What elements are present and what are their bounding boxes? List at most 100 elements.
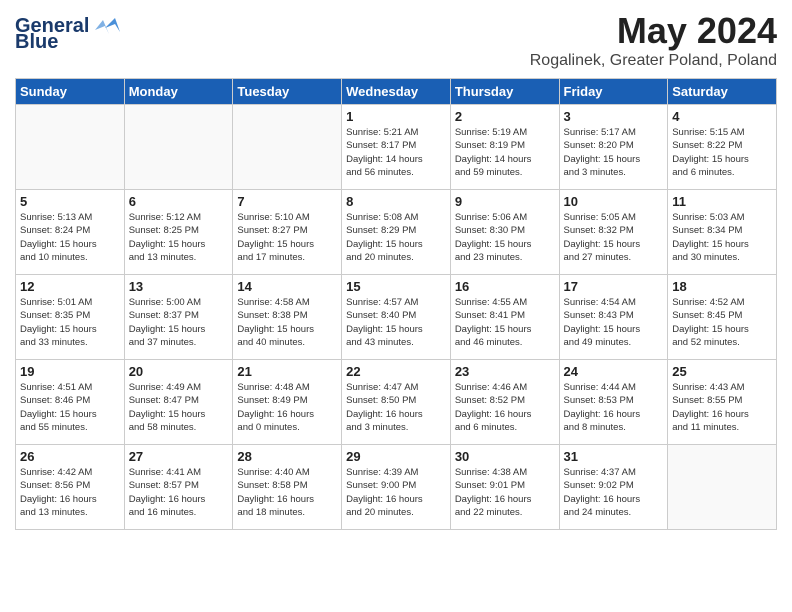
day-number: 19	[20, 364, 120, 379]
calendar-cell: 4 Sunrise: 5:15 AM Sunset: 8:22 PM Daylig…	[668, 105, 777, 190]
day-info: Sunrise: 4:47 AM Sunset: 8:50 PM Dayligh…	[346, 381, 446, 434]
calendar-cell: 26 Sunrise: 4:42 AM Sunset: 8:56 PM Dayli…	[16, 445, 125, 530]
weekday-header-wednesday: Wednesday	[342, 79, 451, 105]
week-row-2: 5 Sunrise: 5:13 AM Sunset: 8:24 PM Daylig…	[16, 190, 777, 275]
page-header: General Blue May 2024 Rogalinek, Greater…	[15, 10, 777, 70]
day-info: Sunrise: 5:17 AM Sunset: 8:20 PM Dayligh…	[564, 126, 664, 179]
calendar-cell: 14 Sunrise: 4:58 AM Sunset: 8:38 PM Dayli…	[233, 275, 342, 360]
location: Rogalinek, Greater Poland, Poland	[530, 52, 777, 70]
calendar-cell: 6Sunrise: 5:12 AM Sunset: 8:25 PM Daylig…	[124, 190, 233, 275]
day-number: 8	[346, 194, 446, 209]
calendar-cell: 8 Sunrise: 5:08 AM Sunset: 8:29 PM Daylig…	[342, 190, 451, 275]
calendar-cell: 5 Sunrise: 5:13 AM Sunset: 8:24 PM Daylig…	[16, 190, 125, 275]
weekday-header-monday: Monday	[124, 79, 233, 105]
week-row-1: 1Sunrise: 5:21 AM Sunset: 8:17 PM Daylig…	[16, 105, 777, 190]
calendar-cell: 30Sunrise: 4:38 AM Sunset: 9:01 PM Dayli…	[450, 445, 559, 530]
day-number: 30	[455, 449, 555, 464]
calendar-cell	[668, 445, 777, 530]
calendar-cell: 29 Sunrise: 4:39 AM Sunset: 9:00 PM Dayli…	[342, 445, 451, 530]
svg-text:Blue: Blue	[15, 31, 58, 50]
calendar-cell: 25Sunrise: 4:43 AM Sunset: 8:55 PM Dayli…	[668, 360, 777, 445]
day-info: Sunrise: 4:44 AM Sunset: 8:53 PM Dayligh…	[564, 381, 664, 434]
month-title: May 2024	[530, 10, 777, 52]
day-number: 2	[455, 109, 555, 124]
logo-text: General Blue	[15, 10, 125, 55]
day-info: Sunrise: 5:03 AM Sunset: 8:34 PM Dayligh…	[672, 211, 772, 264]
day-number: 4	[672, 109, 772, 124]
day-number: 10	[564, 194, 664, 209]
day-info: Sunrise: 5:08 AM Sunset: 8:29 PM Dayligh…	[346, 211, 446, 264]
day-info: Sunrise: 5:13 AM Sunset: 8:24 PM Dayligh…	[20, 211, 120, 264]
day-info: Sunrise: 5:15 AM Sunset: 8:22 PM Dayligh…	[672, 126, 772, 179]
calendar-cell: 16Sunrise: 4:55 AM Sunset: 8:41 PM Dayli…	[450, 275, 559, 360]
day-info: Sunrise: 5:21 AM Sunset: 8:17 PM Dayligh…	[346, 126, 446, 179]
day-number: 7	[237, 194, 337, 209]
day-info: Sunrise: 4:51 AM Sunset: 8:46 PM Dayligh…	[20, 381, 120, 434]
weekday-header-row: SundayMondayTuesdayWednesdayThursdayFrid…	[16, 79, 777, 105]
weekday-header-tuesday: Tuesday	[233, 79, 342, 105]
calendar-cell: 28 Sunrise: 4:40 AM Sunset: 8:58 PM Dayli…	[233, 445, 342, 530]
calendar-cell: 20Sunrise: 4:49 AM Sunset: 8:47 PM Dayli…	[124, 360, 233, 445]
day-info: Sunrise: 4:49 AM Sunset: 8:47 PM Dayligh…	[129, 381, 229, 434]
calendar-table: SundayMondayTuesdayWednesdayThursdayFrid…	[15, 78, 777, 530]
calendar-cell: 24Sunrise: 4:44 AM Sunset: 8:53 PM Dayli…	[559, 360, 668, 445]
day-number: 5	[20, 194, 120, 209]
weekday-header-sunday: Sunday	[16, 79, 125, 105]
calendar-cell: 1Sunrise: 5:21 AM Sunset: 8:17 PM Daylig…	[342, 105, 451, 190]
calendar-cell: 13Sunrise: 5:00 AM Sunset: 8:37 PM Dayli…	[124, 275, 233, 360]
day-number: 14	[237, 279, 337, 294]
calendar-cell	[233, 105, 342, 190]
calendar-cell: 22 Sunrise: 4:47 AM Sunset: 8:50 PM Dayli…	[342, 360, 451, 445]
calendar-cell	[16, 105, 125, 190]
week-row-5: 26 Sunrise: 4:42 AM Sunset: 8:56 PM Dayli…	[16, 445, 777, 530]
calendar-cell: 21Sunrise: 4:48 AM Sunset: 8:49 PM Dayli…	[233, 360, 342, 445]
day-info: Sunrise: 4:48 AM Sunset: 8:49 PM Dayligh…	[237, 381, 337, 434]
day-number: 11	[672, 194, 772, 209]
weekday-header-friday: Friday	[559, 79, 668, 105]
day-number: 28	[237, 449, 337, 464]
calendar-cell: 11 Sunrise: 5:03 AM Sunset: 8:34 PM Dayli…	[668, 190, 777, 275]
logo: General Blue	[15, 10, 125, 55]
day-info: Sunrise: 5:06 AM Sunset: 8:30 PM Dayligh…	[455, 211, 555, 264]
day-number: 3	[564, 109, 664, 124]
day-info: Sunrise: 4:43 AM Sunset: 8:55 PM Dayligh…	[672, 381, 772, 434]
calendar-cell: 17 Sunrise: 4:54 AM Sunset: 8:43 PM Dayli…	[559, 275, 668, 360]
calendar-cell: 3 Sunrise: 5:17 AM Sunset: 8:20 PM Daylig…	[559, 105, 668, 190]
day-info: Sunrise: 5:10 AM Sunset: 8:27 PM Dayligh…	[237, 211, 337, 264]
day-number: 6	[129, 194, 229, 209]
day-number: 12	[20, 279, 120, 294]
weekday-header-thursday: Thursday	[450, 79, 559, 105]
day-info: Sunrise: 4:42 AM Sunset: 8:56 PM Dayligh…	[20, 466, 120, 519]
calendar-cell	[124, 105, 233, 190]
calendar-cell: 12 Sunrise: 5:01 AM Sunset: 8:35 PM Dayli…	[16, 275, 125, 360]
day-info: Sunrise: 5:19 AM Sunset: 8:19 PM Dayligh…	[455, 126, 555, 179]
calendar-cell: 2 Sunrise: 5:19 AM Sunset: 8:19 PM Daylig…	[450, 105, 559, 190]
day-info: Sunrise: 4:41 AM Sunset: 8:57 PM Dayligh…	[129, 466, 229, 519]
day-info: Sunrise: 4:58 AM Sunset: 8:38 PM Dayligh…	[237, 296, 337, 349]
calendar-cell: 27 Sunrise: 4:41 AM Sunset: 8:57 PM Dayli…	[124, 445, 233, 530]
day-info: Sunrise: 5:05 AM Sunset: 8:32 PM Dayligh…	[564, 211, 664, 264]
calendar-cell: 15Sunrise: 4:57 AM Sunset: 8:40 PM Dayli…	[342, 275, 451, 360]
weekday-header-saturday: Saturday	[668, 79, 777, 105]
day-number: 29	[346, 449, 446, 464]
day-info: Sunrise: 4:54 AM Sunset: 8:43 PM Dayligh…	[564, 296, 664, 349]
day-info: Sunrise: 5:01 AM Sunset: 8:35 PM Dayligh…	[20, 296, 120, 349]
day-info: Sunrise: 4:46 AM Sunset: 8:52 PM Dayligh…	[455, 381, 555, 434]
title-block: May 2024 Rogalinek, Greater Poland, Pola…	[530, 10, 777, 70]
day-number: 17	[564, 279, 664, 294]
day-number: 18	[672, 279, 772, 294]
calendar-cell: 10 Sunrise: 5:05 AM Sunset: 8:32 PM Dayli…	[559, 190, 668, 275]
day-number: 26	[20, 449, 120, 464]
day-number: 22	[346, 364, 446, 379]
calendar-cell: 9 Sunrise: 5:06 AM Sunset: 8:30 PM Daylig…	[450, 190, 559, 275]
week-row-4: 19 Sunrise: 4:51 AM Sunset: 8:46 PM Dayli…	[16, 360, 777, 445]
calendar-cell: 19 Sunrise: 4:51 AM Sunset: 8:46 PM Dayli…	[16, 360, 125, 445]
day-number: 15	[346, 279, 446, 294]
day-info: Sunrise: 4:37 AM Sunset: 9:02 PM Dayligh…	[564, 466, 664, 519]
day-info: Sunrise: 4:39 AM Sunset: 9:00 PM Dayligh…	[346, 466, 446, 519]
day-number: 27	[129, 449, 229, 464]
day-number: 31	[564, 449, 664, 464]
day-number: 9	[455, 194, 555, 209]
week-row-3: 12 Sunrise: 5:01 AM Sunset: 8:35 PM Dayli…	[16, 275, 777, 360]
day-info: Sunrise: 4:40 AM Sunset: 8:58 PM Dayligh…	[237, 466, 337, 519]
